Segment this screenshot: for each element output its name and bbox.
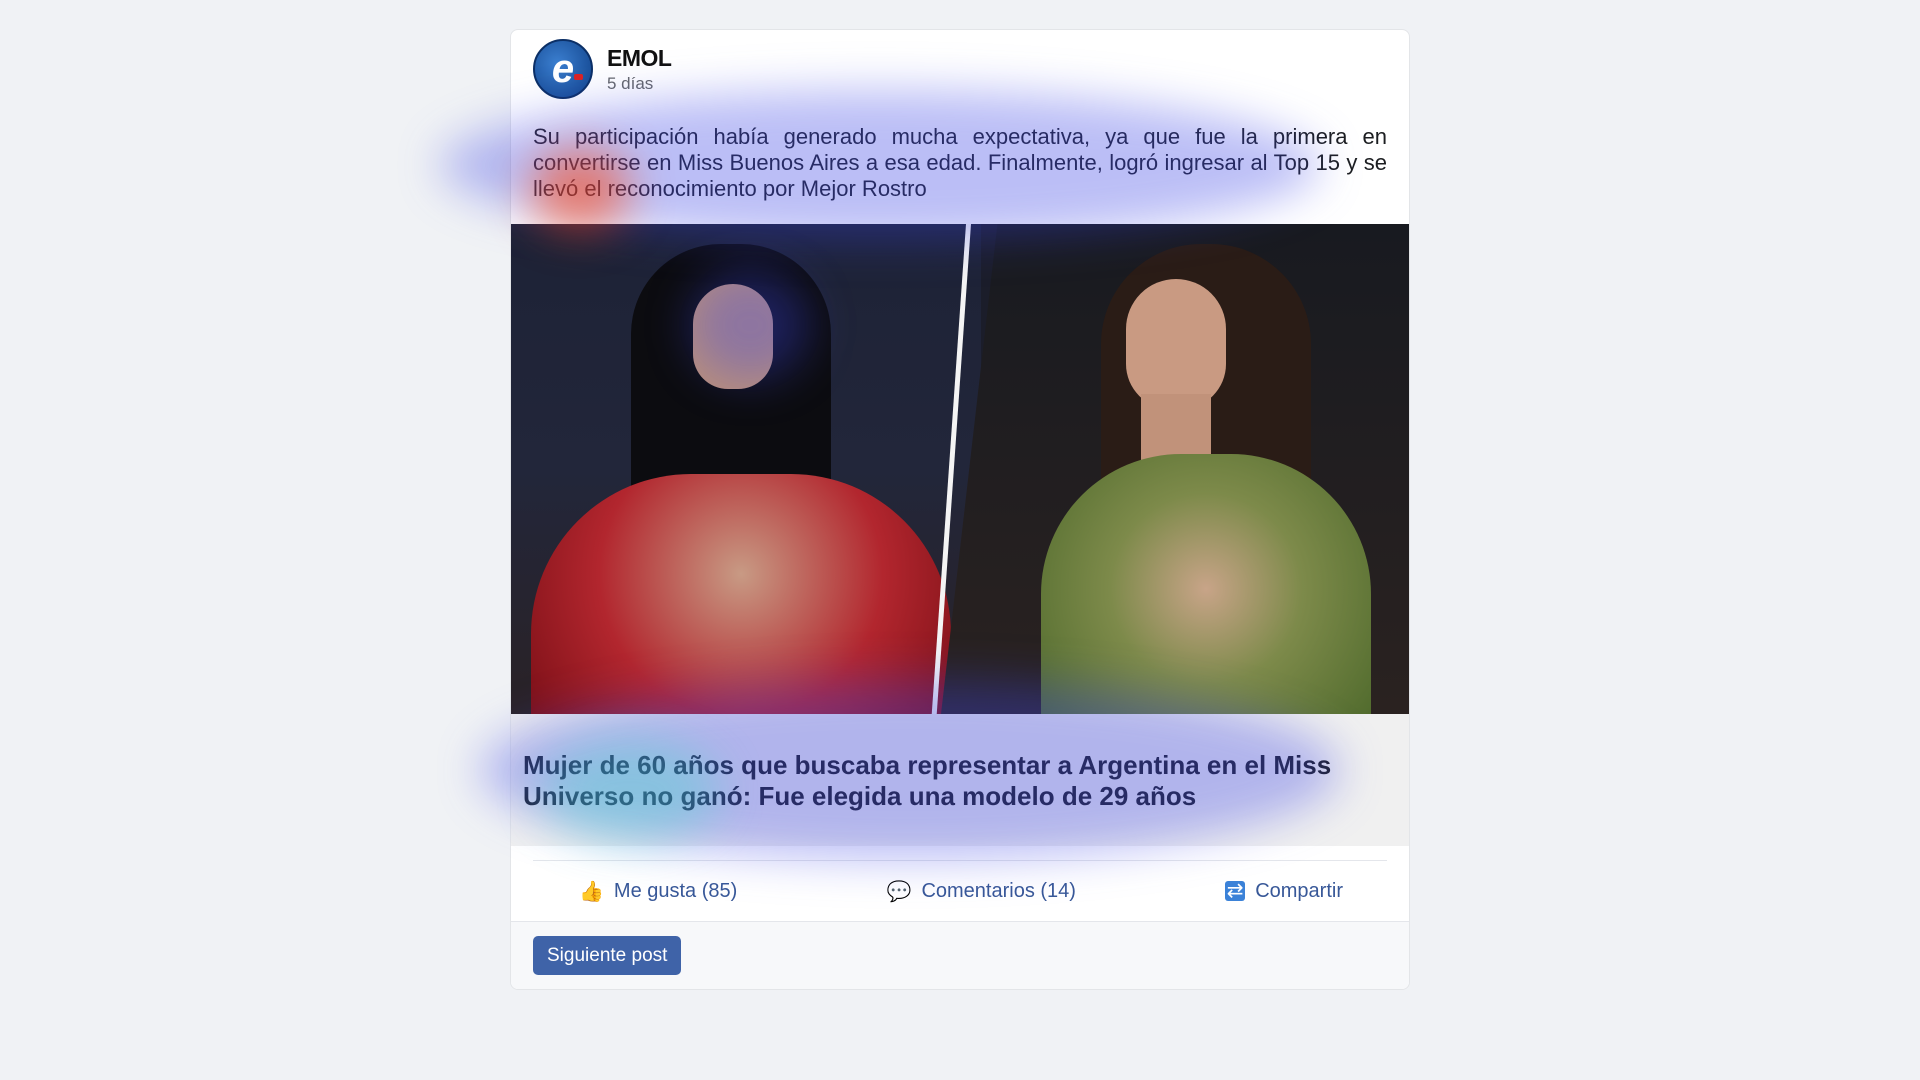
share-label: Compartir — [1255, 879, 1343, 902]
speech-bubble-icon: 💬 — [886, 880, 912, 903]
page-avatar[interactable]: e — [533, 39, 593, 99]
photo-right-face — [1126, 279, 1226, 409]
like-button[interactable]: 👍 Me gusta (85) — [579, 879, 737, 904]
avatar-logo-mark — [574, 74, 583, 80]
like-label: Me gusta (85) — [613, 879, 738, 902]
post-image[interactable] — [511, 224, 1409, 714]
share-button[interactable]: ⇄ Compartir — [1225, 880, 1343, 903]
post-footer: Siguiente post — [511, 921, 1409, 989]
share-icon: ⇄ — [1225, 880, 1246, 902]
post-text: Su participación había generado mucha ex… — [533, 124, 1387, 201]
post-timestamp[interactable]: 5 días — [607, 74, 671, 94]
comment-label: Comentarios (14) — [921, 879, 1076, 902]
post-header: e EMOL 5 días — [511, 30, 1409, 99]
photo-left-dress — [531, 474, 951, 714]
post-card: e EMOL 5 días Su participación había gen… — [510, 29, 1410, 990]
photo-left-face — [693, 284, 773, 389]
action-bar: 👍 Me gusta (85) 💬 Comentarios (14) ⇄ Com… — [511, 861, 1409, 921]
avatar-letter: e — [551, 46, 575, 91]
next-post-button[interactable]: Siguiente post — [533, 936, 682, 975]
thumbs-up-icon: 👍 — [579, 880, 604, 903]
page-name[interactable]: EMOL — [607, 45, 672, 72]
post-header-text: EMOL 5 días — [607, 45, 672, 94]
comment-button[interactable]: 💬 Comentarios (14) — [887, 879, 1076, 904]
link-title[interactable]: Mujer de 60 años que buscaba representar… — [511, 714, 1409, 846]
photo-right-dress — [1041, 454, 1371, 714]
